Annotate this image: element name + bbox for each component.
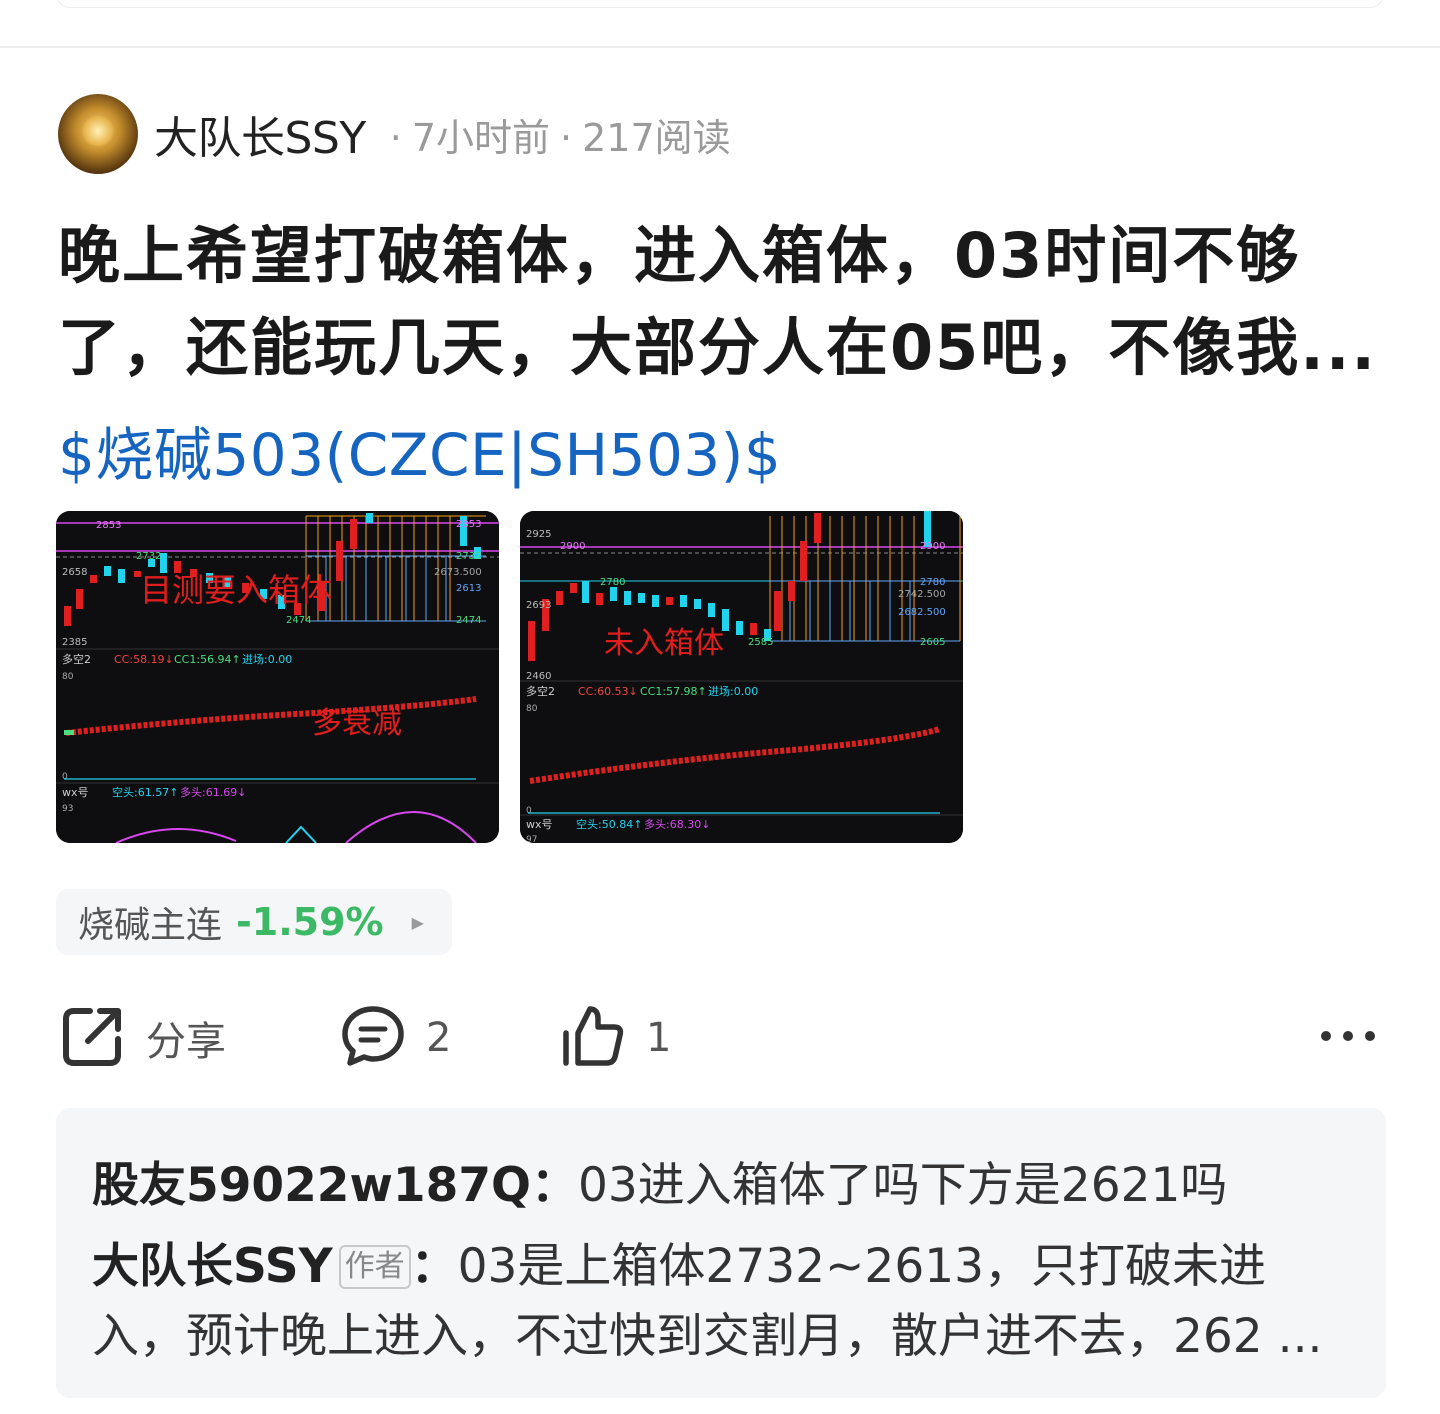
price-label: 2780	[920, 577, 945, 588]
indicator-value: 空头:61.57↑	[112, 785, 178, 799]
post-image-1[interactable]: 2853 2732 2658 2385 2853 2732 2673.500 2…	[56, 511, 499, 843]
post-divider	[0, 46, 1440, 48]
price-label: 2605	[920, 637, 945, 648]
commenter-name[interactable]: 股友59022w187Q	[92, 1158, 531, 1213]
price-label: 2585	[748, 637, 773, 648]
price-label: 2460	[526, 671, 551, 682]
quote-change: -1.59%	[236, 900, 384, 944]
post-time: 7小时前	[411, 115, 551, 160]
price-label: 2385	[62, 637, 87, 648]
like-button[interactable]: 1	[560, 1000, 671, 1076]
price-label: 2925	[526, 529, 551, 540]
indicator-name: wx号	[62, 786, 89, 799]
more-dots-icon	[1318, 1026, 1378, 1050]
indicator-name: wx号	[526, 818, 553, 831]
indicator-value: 多头:61.69↓	[180, 785, 246, 799]
share-label: 分享	[146, 1019, 226, 1065]
thumbs-up-icon	[560, 1003, 626, 1073]
comment-separator: ：	[410, 1239, 458, 1294]
comment-preview[interactable]: 股友59022w187Q：03进入箱体了吗下方是2621吗 大队长SSY 作者 ：0…	[56, 1108, 1386, 1398]
price-label: 2693	[526, 600, 551, 611]
indicator-value: CC1:56.94↑	[174, 653, 241, 666]
comment-item: 大队长SSY 作者 ：03是上箱体2732~2613，只打破未进 入，预计晚上进入，…	[92, 1232, 1332, 1372]
stock-quote-chip[interactable]: 烧碱主连 -1.59% ▶	[56, 889, 452, 955]
post-reads: 217阅读	[582, 115, 731, 160]
post-author-row: 大队长SSY · 7小时前 · 217阅读	[58, 94, 731, 174]
post-meta: · 7小时前 · 217阅读	[380, 107, 731, 162]
like-count: 1	[646, 1015, 672, 1061]
comment-item: 股友59022w187Q：03进入箱体了吗下方是2621吗	[92, 1146, 1227, 1215]
comment-text: 03是上箱体2732~2613，只打破未进	[457, 1239, 1267, 1294]
chart-annotation: 多衰减	[312, 706, 402, 741]
more-button[interactable]	[1318, 1000, 1378, 1076]
post-image-2[interactable]: 2925 2900 2780 2693 2460 2900 2780 2742.…	[520, 511, 963, 843]
comment-separator: ：	[531, 1158, 578, 1213]
post-title[interactable]: 晚上希望打破箱体，进入箱体，03时间不够 了，还能玩几天，大部分人在05吧，不像…	[58, 210, 1377, 394]
indicator-value: 空头:50.84↑	[576, 817, 642, 831]
comment-icon	[340, 1003, 406, 1073]
share-icon	[60, 1003, 126, 1073]
price-label: 2900	[560, 541, 585, 552]
commenter-name[interactable]: 大队长SSY	[92, 1239, 333, 1294]
price-label: 2732	[136, 551, 161, 562]
chevron-right-icon: ▶	[411, 912, 424, 932]
chart-annotation: 未入箱体	[604, 626, 724, 661]
price-label: 2673.500	[434, 567, 482, 578]
price-label: 2900	[920, 541, 945, 552]
price-label: 2682.500	[898, 607, 946, 618]
post-title-line: 了，还能玩几天，大部分人在05吧，不像我...	[58, 311, 1377, 384]
indicator-name: 多空2	[526, 684, 555, 698]
comment-button[interactable]: 2	[340, 1000, 451, 1076]
comment-line: 入，预计晚上进入，不过快到交割月，散户进不去，262 ...	[92, 1309, 1323, 1364]
price-label: 2613	[456, 583, 481, 594]
indicator-scale: 0	[62, 772, 68, 782]
price-label: 2658	[62, 567, 87, 578]
stock-tag-link[interactable]: $烧碱503(CZCE|SH503)$	[58, 408, 781, 492]
author-badge: 作者	[338, 1245, 411, 1289]
price-label: 2732	[456, 551, 481, 562]
chart-annotation: 目测要入箱体	[140, 571, 332, 609]
comment-text: 03进入箱体了吗下方是2621吗	[578, 1158, 1228, 1213]
price-label: 2742.500	[898, 589, 946, 600]
indicator-value: 多头:68.30↓	[644, 817, 710, 831]
comment-line: 大队长SSY 作者 ：03是上箱体2732~2613，只打破未进	[92, 1232, 1332, 1302]
meta-dot: ·	[389, 115, 402, 160]
post-title-line: 晚上希望打破箱体，进入箱体，03时间不够	[58, 219, 1301, 292]
indicator-value: 进场:0.00	[242, 652, 292, 666]
share-button[interactable]: 分享	[60, 1000, 226, 1076]
previous-post-card	[56, 0, 1384, 8]
indicator-value: 进场:0.00	[708, 684, 758, 698]
indicator-value: CC:58.19↓	[114, 653, 174, 666]
price-label: 2853	[456, 519, 481, 530]
avatar[interactable]	[58, 94, 138, 174]
indicator-scale: 80	[62, 672, 74, 682]
indicator-value: CC1:57.98↑	[640, 685, 707, 698]
price-label: 2474	[286, 615, 311, 626]
price-label: 2853	[96, 520, 121, 531]
author-name[interactable]: 大队长SSY	[154, 102, 366, 166]
indicator-scale: 80	[526, 704, 538, 714]
post-actions: 分享 2 1	[0, 1000, 1440, 1076]
price-label: 2780	[600, 577, 625, 588]
price-label: 2474	[456, 615, 481, 626]
indicator-value: CC:60.53↓	[578, 685, 638, 698]
indicator-scale: 97	[526, 835, 537, 843]
indicator-scale: 93	[62, 804, 73, 814]
meta-dot: ·	[560, 115, 573, 160]
indicator-name: 多空2	[62, 652, 91, 666]
quote-name: 烧碱主连	[78, 905, 223, 946]
comment-count: 2	[426, 1015, 452, 1061]
